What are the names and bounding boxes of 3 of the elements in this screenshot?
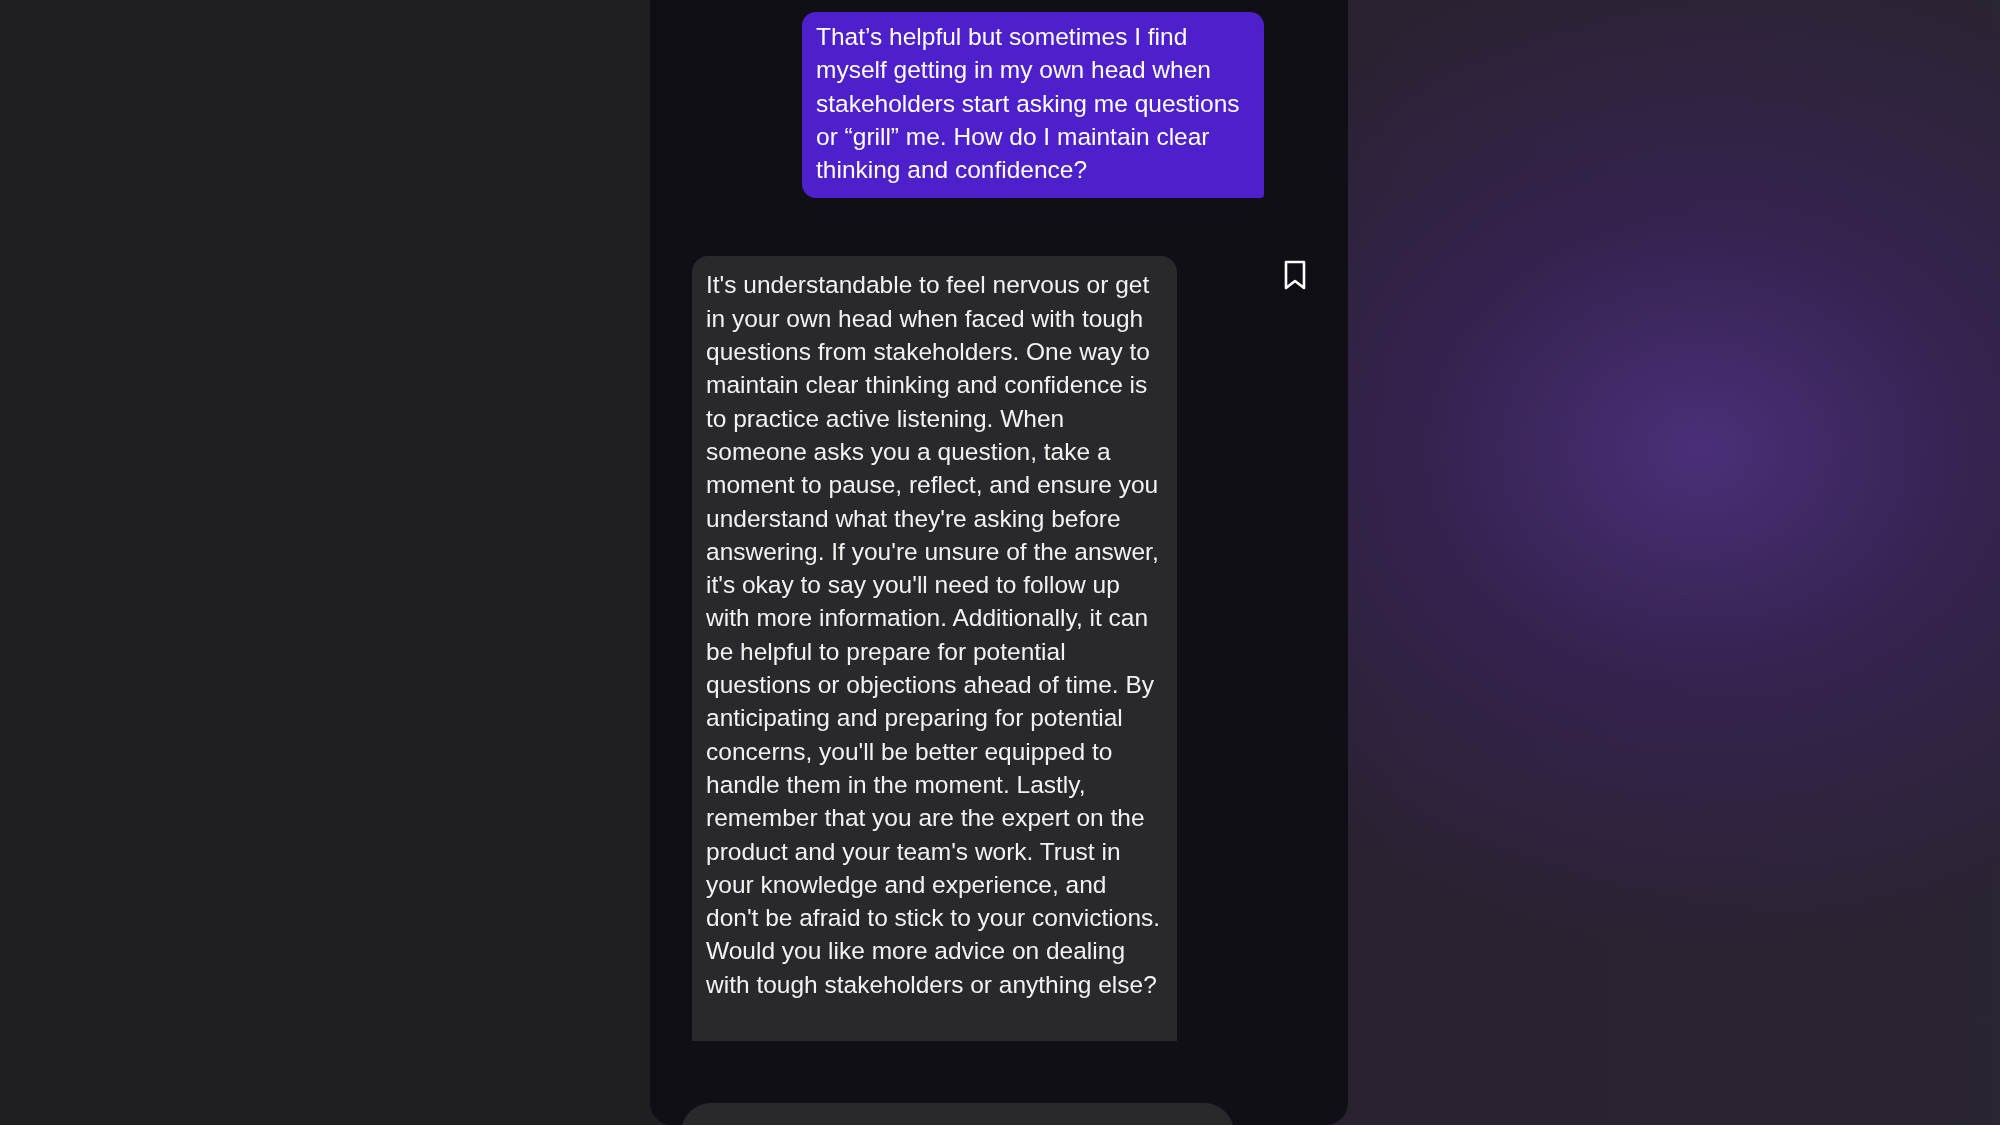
user-message: That’s helpful but sometimes I find myself getting in my own head when stakeholders start asking me questions or “grill” me. How do I maintain clear thinking and confidence?	[802, 12, 1264, 199]
bookmark-icon[interactable]	[1283, 260, 1307, 291]
assistant-message: It's understandable to feel nervous or get in your own head when faced with tough questions from stakeholders. One way to maintain clear thinking and confidence is to practice active listening. When someone asks you a question, take a moment to pause, reflect, and ensure you understand what they're asking before answering. If you're unsure of the answer, it's okay to say you'll need to follow up with more information. Additionally, it can be helpful to prepare for potential questions or objections ahead of time. By anticipating and preparing for potential concerns, you'll be better equipped to handle them in the moment. Lastly, remember that you are the expert on the product and your team's work. Trust in your knowledge and experience, and don't be afraid to stick to your convictions. Would you like more advice on dealing with tough stakeholders or anything else?	[692, 256, 1177, 1041]
